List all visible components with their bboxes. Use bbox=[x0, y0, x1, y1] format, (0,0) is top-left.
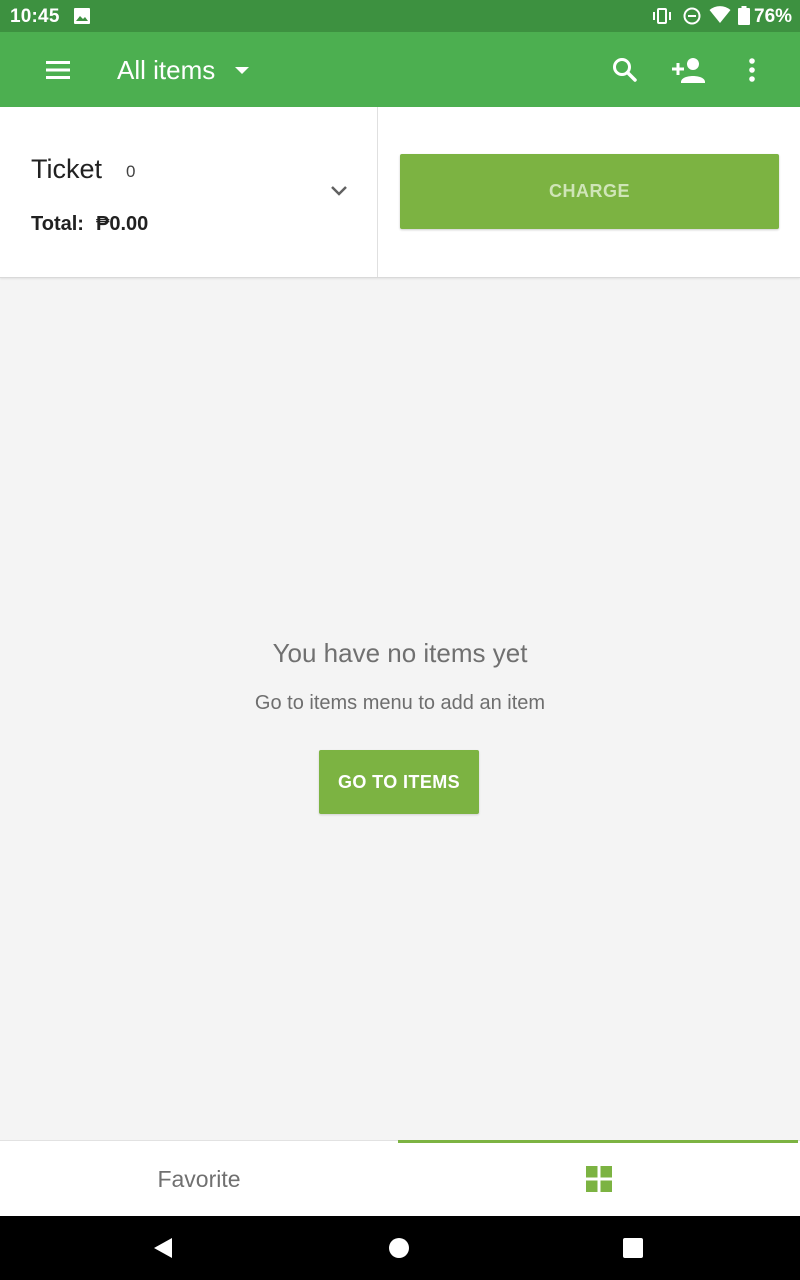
ticket-summary[interactable]: Ticket 0 Total: ₱0.00 bbox=[0, 107, 377, 277]
menu-icon[interactable] bbox=[40, 52, 76, 88]
empty-state-subtitle: Go to items menu to add an item bbox=[254, 692, 546, 714]
vibrate-icon bbox=[653, 8, 671, 24]
tab-favorite[interactable]: Favorite bbox=[0, 1141, 398, 1217]
tab-favorite-label: Favorite bbox=[157, 1165, 241, 1192]
search-icon[interactable] bbox=[607, 52, 643, 88]
recents-icon[interactable] bbox=[621, 1236, 645, 1260]
total-label: Total: bbox=[31, 213, 84, 235]
home-icon[interactable] bbox=[387, 1236, 411, 1260]
status-bar: 10:45 76% bbox=[0, 0, 800, 32]
ticket-title: Ticket bbox=[31, 154, 103, 184]
category-dropdown[interactable]: All items bbox=[117, 52, 250, 88]
battery-icon bbox=[738, 6, 750, 25]
ticket-item-count: 0 bbox=[126, 162, 136, 181]
ticket-divider bbox=[377, 107, 378, 277]
wifi-icon bbox=[709, 6, 731, 23]
app-bar: All items bbox=[0, 32, 800, 107]
ticket-panel: Ticket 0 Total: ₱0.00 CHARGE bbox=[0, 107, 800, 278]
back-icon[interactable] bbox=[150, 1234, 178, 1262]
empty-state-title: You have no items yet bbox=[272, 638, 528, 668]
tab-all-items-grid[interactable] bbox=[398, 1141, 800, 1217]
charge-button[interactable]: CHARGE bbox=[400, 154, 779, 229]
grid-icon bbox=[586, 1166, 612, 1192]
dropdown-arrow-icon bbox=[235, 66, 250, 74]
total-value: ₱0.00 bbox=[96, 213, 149, 235]
bottom-tab-bar: Favorite bbox=[0, 1140, 800, 1217]
more-vert-icon[interactable] bbox=[736, 52, 768, 88]
chevron-down-icon[interactable] bbox=[329, 184, 349, 198]
do-not-disturb-icon bbox=[683, 7, 701, 25]
system-nav-bar bbox=[0, 1216, 800, 1280]
battery-percentage: 76% bbox=[754, 6, 793, 27]
add-customer-icon[interactable] bbox=[668, 50, 708, 90]
app-title: All items bbox=[117, 55, 216, 85]
status-time: 10:45 bbox=[10, 6, 60, 27]
go-to-items-button[interactable]: GO TO ITEMS bbox=[319, 750, 479, 814]
image-notification-icon bbox=[74, 8, 90, 24]
